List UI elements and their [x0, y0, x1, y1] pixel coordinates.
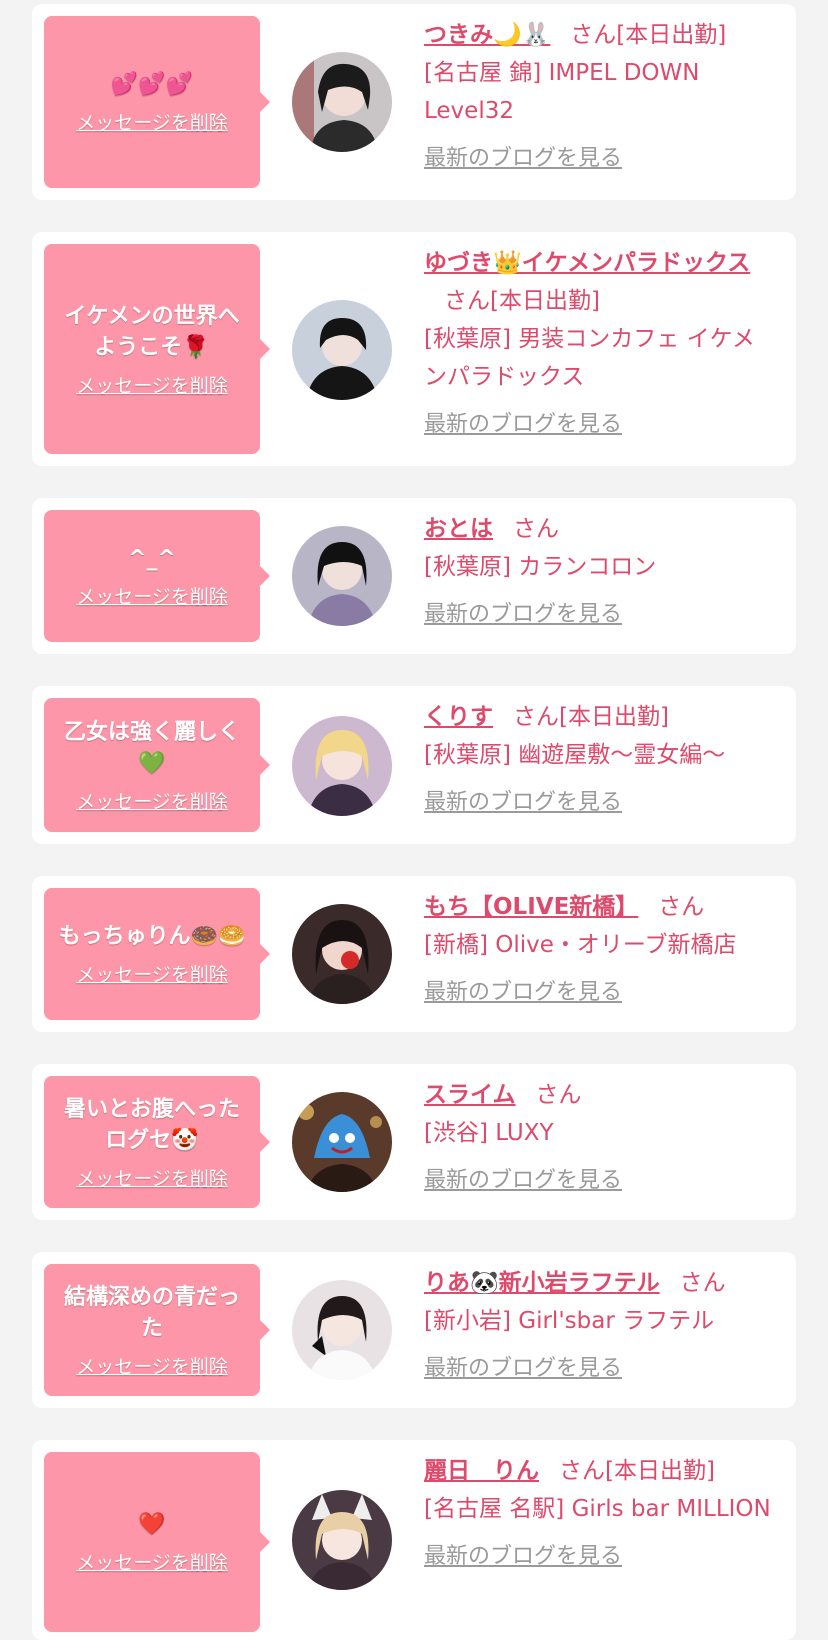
honorific: さん — [658, 894, 705, 920]
honorific: さん — [570, 22, 617, 48]
cast-name-link[interactable]: くりす — [424, 704, 493, 730]
message-text: 暑いとお腹へったログセ🤡 — [63, 1096, 240, 1153]
delete-message-link[interactable]: メッセージを削除 — [76, 787, 228, 814]
message-card: ❤️ メッセージを削除 麗日 りん さん[本日出勤] [名古屋 名駅] Girls… — [32, 1440, 796, 1640]
shop-name: [名古屋 錦] IMPEL DOWN Level32 — [424, 60, 700, 124]
message-card: 💕💕💕 メッセージを削除 つきみ🌙🐰 さん[本日出勤] [名古屋 錦] IMPEL… — [32, 4, 796, 200]
message-text: イケメンの世界へようこそ🌹 — [64, 303, 240, 360]
avatar[interactable] — [292, 52, 392, 152]
message-bubble: ❤️ メッセージを削除 — [44, 1452, 270, 1632]
avatar[interactable] — [292, 1092, 392, 1192]
shop-name: [新橋] Olive・オリーブ新橋店 — [424, 932, 737, 958]
cast-info: くりす さん[本日出勤] [秋葉原] 幽遊屋敷〜霊女編〜 最新のブログを見る — [424, 698, 776, 822]
shop-name: [渋谷] LUXY — [424, 1120, 554, 1146]
shop-name: [秋葉原] 男装コンカフェ イケメンパラドックス — [424, 326, 755, 390]
message-text: 結構深めの青だった — [63, 1284, 240, 1341]
blog-link[interactable]: 最新のブログを見る — [424, 140, 622, 178]
blog-link[interactable]: 最新のブログを見る — [424, 406, 622, 444]
delete-message-link[interactable]: メッセージを削除 — [76, 960, 228, 987]
cast-info: もち【OLIVE新橋】 さん [新橋] Olive・オリーブ新橋店 最新のブログを… — [424, 888, 776, 1012]
cast-name-link[interactable]: スライム — [424, 1082, 516, 1108]
message-text: 💕💕💕 — [110, 72, 194, 97]
message-bubble: 💕💕💕 メッセージを削除 — [44, 16, 270, 188]
cast-info: ゆづき👑イケメンパラドックスさん[本日出勤] [秋葉原] 男装コンカフェ イケメ… — [424, 244, 776, 444]
avatar[interactable] — [292, 1490, 392, 1590]
message-bubble: 暑いとお腹へったログセ🤡 メッセージを削除 — [44, 1076, 270, 1208]
honorific: さん — [444, 288, 490, 314]
message-card: 結構深めの青だった メッセージを削除 りあ🐼新小岩ラフテル さん [新小岩] Gi… — [32, 1252, 796, 1408]
blog-link[interactable]: 最新のブログを見る — [424, 1538, 622, 1576]
message-text: ^_^ — [128, 546, 176, 571]
honorific: さん — [513, 516, 559, 542]
avatar[interactable] — [292, 904, 392, 1004]
blog-link[interactable]: 最新のブログを見る — [424, 784, 622, 822]
blog-link[interactable]: 最新のブログを見る — [424, 1350, 622, 1388]
message-text: 乙女は強く麗しく💚 — [63, 719, 240, 776]
honorific: さん — [679, 1270, 726, 1296]
cast-name-link[interactable]: つきみ🌙🐰 — [424, 22, 550, 48]
status-badge: [本日出勤] — [559, 704, 669, 730]
message-text: ❤️ — [138, 1512, 166, 1537]
avatar[interactable] — [292, 716, 392, 816]
delete-message-link[interactable]: メッセージを削除 — [76, 108, 228, 135]
message-card: イケメンの世界へようこそ🌹 メッセージを削除 ゆづき👑イケメンパラドックスさん[… — [32, 232, 796, 466]
status-badge: [本日出勤] — [605, 1458, 715, 1484]
cast-info: スライム さん [渋谷] LUXY 最新のブログを見る — [424, 1076, 776, 1200]
delete-message-link[interactable]: メッセージを削除 — [76, 1164, 228, 1191]
message-bubble: ^_^ メッセージを削除 — [44, 510, 270, 642]
message-card: もっちゅりん🍩🥯 メッセージを削除 もち【OLIVE新橋】 さん [新橋] Oli… — [32, 876, 796, 1032]
message-bubble: 乙女は強く麗しく💚 メッセージを削除 — [44, 698, 270, 832]
avatar[interactable] — [292, 300, 392, 400]
shop-name: [名古屋 名駅] Girls bar MILLION — [424, 1496, 771, 1522]
blog-link[interactable]: 最新のブログを見る — [424, 596, 622, 634]
message-bubble: イケメンの世界へようこそ🌹 メッセージを削除 — [44, 244, 270, 454]
blog-link[interactable]: 最新のブログを見る — [424, 1162, 622, 1200]
message-bubble: 結構深めの青だった メッセージを削除 — [44, 1264, 270, 1396]
message-card: 暑いとお腹へったログセ🤡 メッセージを削除 スライム さん [渋谷] LUXY 最… — [32, 1064, 796, 1220]
cast-info: おとは さん [秋葉原] カランコロン 最新のブログを見る — [424, 510, 776, 634]
status-badge: [本日出勤] — [616, 22, 727, 48]
delete-message-link[interactable]: メッセージを削除 — [76, 1548, 228, 1575]
cast-info: りあ🐼新小岩ラフテル さん [新小岩] Girl'sbar ラフテル 最新のブログ… — [424, 1264, 776, 1388]
shop-name: [秋葉原] 幽遊屋敷〜霊女編〜 — [424, 742, 726, 768]
avatar[interactable] — [292, 1280, 392, 1380]
shop-name: [新小岩] Girl'sbar ラフテル — [424, 1308, 715, 1334]
status-badge: [本日出勤] — [490, 288, 600, 314]
message-card: 乙女は強く麗しく💚 メッセージを削除 くりす さん[本日出勤] [秋葉原] 幽遊屋… — [32, 686, 796, 844]
cast-name-link[interactable]: 麗日 りん — [424, 1458, 539, 1484]
shop-name: [秋葉原] カランコロン — [424, 554, 657, 580]
delete-message-link[interactable]: メッセージを削除 — [76, 371, 228, 398]
cast-name-link[interactable]: りあ🐼新小岩ラフテル — [424, 1270, 660, 1296]
delete-message-link[interactable]: メッセージを削除 — [76, 582, 228, 609]
delete-message-link[interactable]: メッセージを削除 — [76, 1352, 228, 1379]
message-bubble: もっちゅりん🍩🥯 メッセージを削除 — [44, 888, 270, 1020]
cast-info: つきみ🌙🐰 さん[本日出勤] [名古屋 錦] IMPEL DOWN Level32… — [424, 16, 776, 178]
cast-name-link[interactable]: おとは — [424, 516, 493, 542]
honorific: さん — [559, 1458, 605, 1484]
cast-name-link[interactable]: もち【OLIVE新橋】 — [424, 894, 638, 920]
cast-info: 麗日 りん さん[本日出勤] [名古屋 名駅] Girls bar MILLION… — [424, 1452, 776, 1576]
honorific: さん — [535, 1082, 582, 1108]
message-text: もっちゅりん🍩🥯 — [58, 924, 246, 949]
honorific: さん — [513, 704, 559, 730]
blog-link[interactable]: 最新のブログを見る — [424, 974, 622, 1012]
message-card: ^_^ メッセージを削除 おとは さん [秋葉原] カランコロン 最新のブログを見… — [32, 498, 796, 654]
cast-name-link[interactable]: ゆづき👑イケメンパラドックス — [424, 250, 750, 276]
avatar[interactable] — [292, 526, 392, 626]
